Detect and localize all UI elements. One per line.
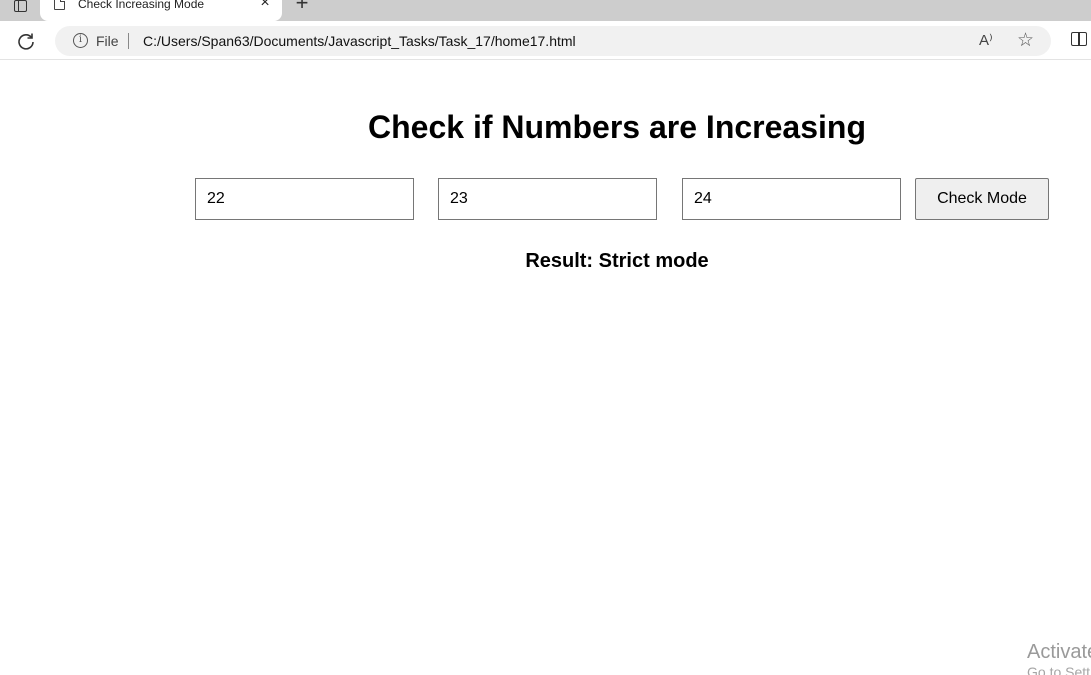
browser-toolbar: i File C:/Users/Span63/Documents/Javascr… [0, 21, 1091, 60]
info-icon[interactable]: i [73, 33, 88, 48]
sidebar-icon [13, 0, 27, 12]
sidebar-toggle[interactable] [0, 0, 40, 21]
check-mode-button[interactable]: Check Mode [915, 178, 1049, 220]
number-input-2[interactable] [438, 178, 657, 220]
tab-check-increasing-mode[interactable]: Check Increasing Mode × [40, 0, 282, 21]
page-title: Check if Numbers are Increasing [368, 109, 866, 145]
divider [128, 33, 129, 49]
activation-watermark: Activate [1027, 641, 1091, 663]
page-content: Check if Numbers are Increasing Check Mo… [0, 61, 1091, 675]
tab-strip: Check Increasing Mode × + [0, 0, 1091, 21]
split-screen-icon[interactable] [1071, 32, 1087, 46]
star-icon[interactable]: ☆ [1017, 29, 1034, 52]
result-text: Result: Strict mode [525, 250, 709, 272]
reload-icon[interactable] [16, 31, 36, 51]
read-aloud-icon[interactable]: A⁾ [979, 31, 993, 49]
page-icon [54, 0, 65, 10]
close-icon[interactable]: × [258, 0, 272, 11]
number-input-3[interactable] [682, 178, 901, 220]
scheme-label: File [96, 33, 119, 49]
number-input-1[interactable] [195, 178, 414, 220]
activation-watermark-subtext: Go to Sett [1027, 664, 1091, 675]
address-bar[interactable]: i File C:/Users/Span63/Documents/Javascr… [55, 26, 1051, 56]
tab-title: Check Increasing Mode [78, 0, 205, 11]
url-text[interactable]: C:/Users/Span63/Documents/Javascript_Tas… [143, 33, 576, 49]
new-tab-button[interactable]: + [293, 0, 311, 14]
